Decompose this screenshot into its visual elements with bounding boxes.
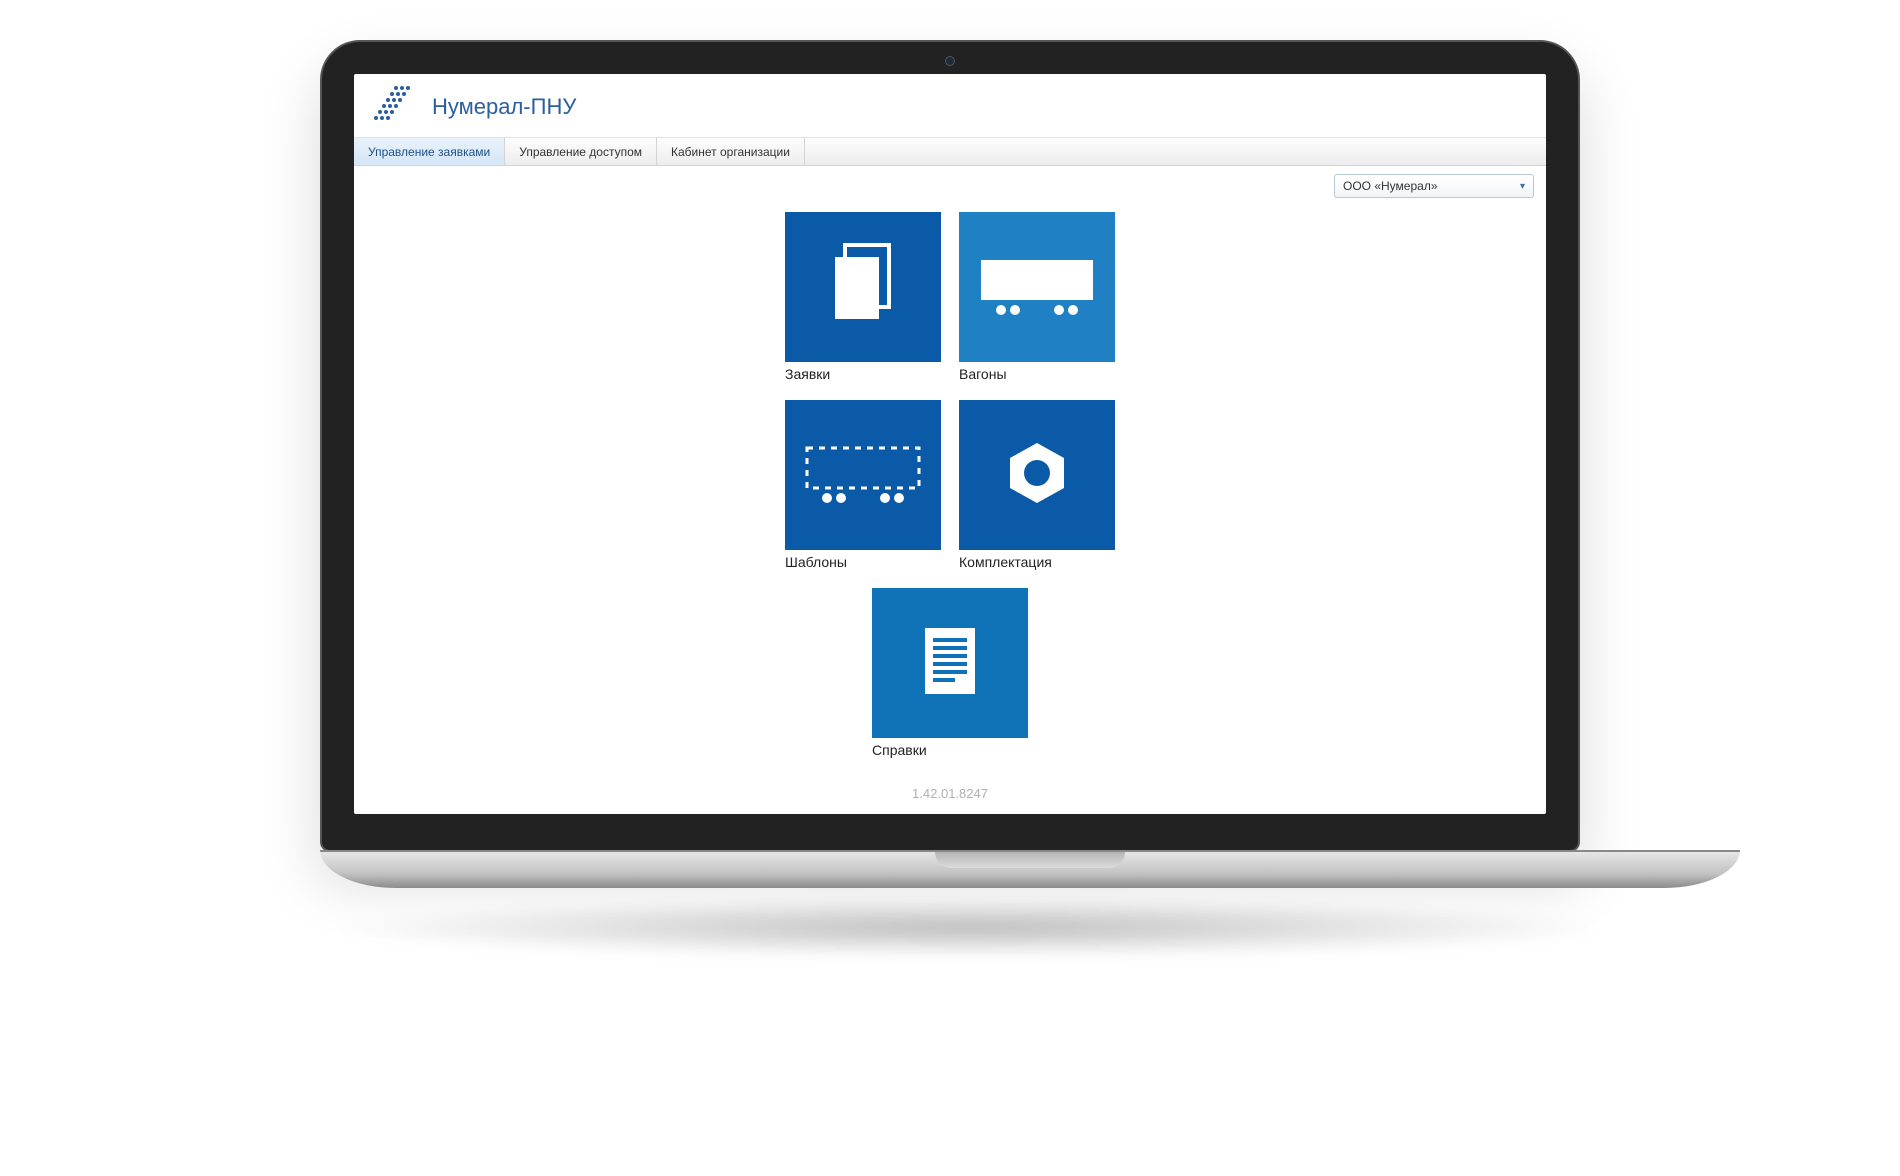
laptop-base xyxy=(320,850,1740,888)
app-screen: Нумерал-ПНУ Управление заявками Управлен… xyxy=(354,74,1546,814)
org-select-value: ООО «Нумерал» xyxy=(1343,179,1438,193)
laptop-shadow xyxy=(320,898,1620,958)
tab-label: Управление заявками xyxy=(368,145,490,159)
tile-label: Заявки xyxy=(785,366,941,382)
tab-requests-management[interactable]: Управление заявками xyxy=(354,138,505,165)
org-select[interactable]: ООО «Нумерал» ▾ xyxy=(1334,174,1534,198)
app-title: Нумерал-ПНУ xyxy=(432,94,576,120)
tile-reports[interactable]: Справки xyxy=(872,588,1028,758)
report-icon xyxy=(923,626,977,701)
tiles-area: Заявки xyxy=(354,198,1546,814)
camera-dot xyxy=(945,56,955,66)
laptop-mockup: Нумерал-ПНУ Управление заявками Управлен… xyxy=(320,40,1580,958)
tab-bar: Управление заявками Управление доступом … xyxy=(354,138,1546,166)
tile-equipment[interactable]: Комплектация xyxy=(959,400,1115,570)
app-header: Нумерал-ПНУ xyxy=(354,74,1546,138)
version-label: 1.42.01.8247 xyxy=(912,786,988,801)
tile-label: Вагоны xyxy=(959,366,1115,382)
wagon-icon xyxy=(977,250,1097,325)
tile-label: Шаблоны xyxy=(785,554,941,570)
tile-label: Справки xyxy=(872,742,1028,758)
laptop-lid: Нумерал-ПНУ Управление заявками Управлен… xyxy=(320,40,1580,852)
org-select-row: ООО «Нумерал» ▾ xyxy=(354,166,1546,198)
tab-label: Управление доступом xyxy=(519,145,642,159)
template-wagon-icon xyxy=(803,438,923,513)
tab-label: Кабинет организации xyxy=(671,145,790,159)
tile-templates[interactable]: Шаблоны xyxy=(785,400,941,570)
tab-org-cabinet[interactable]: Кабинет организации xyxy=(657,138,805,165)
tile-label: Комплектация xyxy=(959,554,1115,570)
tile-wagons[interactable]: Вагоны xyxy=(959,212,1115,382)
nut-icon xyxy=(1002,438,1072,513)
chevron-down-icon: ▾ xyxy=(1520,181,1525,192)
tab-access-management[interactable]: Управление доступом xyxy=(505,138,657,165)
logo-icon xyxy=(370,84,418,129)
documents-icon xyxy=(827,241,899,334)
laptop-notch xyxy=(935,852,1125,868)
tile-requests[interactable]: Заявки xyxy=(785,212,941,382)
